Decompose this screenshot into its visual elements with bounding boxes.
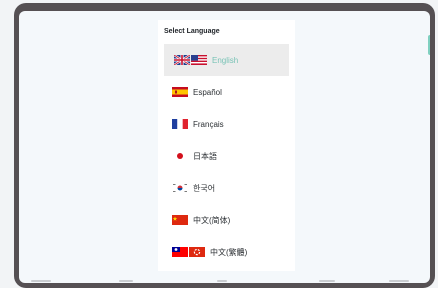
language-label: 中文(繁體): [210, 247, 248, 257]
panel-title: Select Language: [164, 28, 220, 35]
taiwan-flag-icon: [172, 247, 188, 257]
spain-flag-icon: [172, 87, 188, 97]
app-screen: Select Language English Español Français…: [19, 11, 430, 283]
language-label: 中文(简体): [193, 215, 231, 225]
korea-flag-icon: [172, 183, 188, 193]
language-option-chinese-traditional[interactable]: 中文(繁體): [158, 236, 295, 268]
bottom-nav-hints: [19, 277, 430, 283]
language-label: 日本語: [193, 151, 217, 161]
language-option-japanese[interactable]: 日本語: [158, 140, 295, 172]
language-label: English: [212, 55, 239, 65]
hongkong-flag-icon: [189, 247, 205, 257]
language-label: Español: [193, 87, 222, 97]
language-list: English Español Français 日本語 한국어 中文(简体) …: [158, 44, 295, 268]
edge-accent-tab: [428, 35, 430, 55]
language-option-korean[interactable]: 한국어: [158, 172, 295, 204]
language-option-chinese-simplified[interactable]: 中文(简体): [158, 204, 295, 236]
france-flag-icon: [172, 119, 188, 129]
uk-flag-icon: [174, 55, 190, 65]
flag-group: [172, 247, 205, 257]
language-option-french[interactable]: Français: [158, 108, 295, 140]
flag-group: [174, 55, 207, 65]
china-flag-icon: [172, 215, 188, 225]
language-label: 한국어: [193, 183, 216, 193]
japan-flag-icon: [172, 151, 188, 161]
language-label: Français: [193, 119, 224, 129]
language-option-spanish[interactable]: Español: [158, 76, 295, 108]
language-option-english[interactable]: English: [164, 44, 289, 76]
device-frame: Select Language English Español Français…: [14, 3, 435, 288]
us-flag-icon: [191, 55, 207, 65]
language-selector-panel: Select Language English Español Français…: [158, 20, 295, 271]
